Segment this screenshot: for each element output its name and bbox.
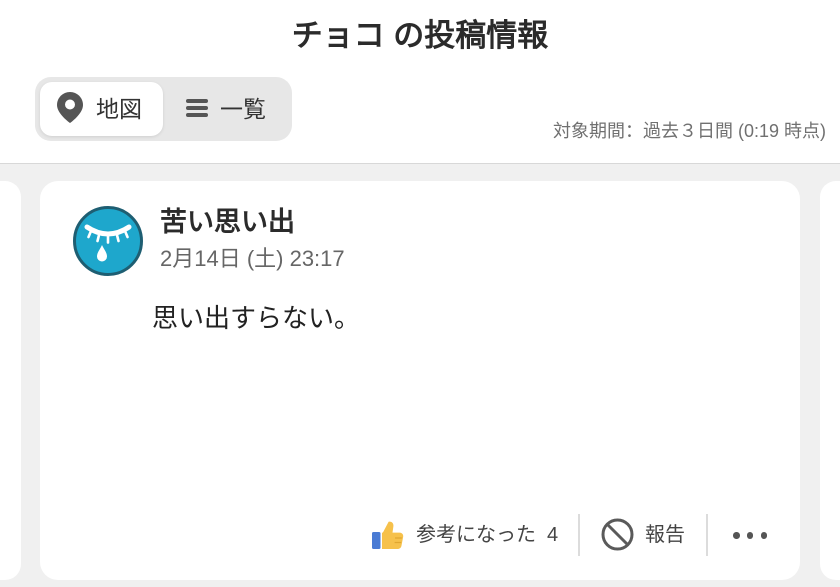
avatar	[73, 206, 143, 276]
post-body: 思い出すらない。	[152, 303, 361, 333]
more-dot	[733, 532, 740, 539]
map-pin-icon	[57, 92, 83, 123]
tab-map-label: 地図	[96, 96, 142, 122]
post-card: 苦い思い出 2月14日 (土) 23:17 思い出すらない。 参考になった 4	[40, 181, 800, 580]
header: チョコ の投稿情報 地図 一覧 対象期間：過去３日間 (0:19 時点)	[0, 0, 840, 163]
tab-list[interactable]: 一覧	[163, 82, 287, 136]
action-divider	[706, 514, 708, 556]
report-label: 報告	[645, 524, 685, 546]
more-button[interactable]	[726, 514, 774, 556]
post-date: 2月14日 (土) 23:17	[160, 246, 345, 271]
period-text: 対象期間：過去３日間 (0:19 時点)	[552, 121, 826, 141]
action-divider	[578, 514, 580, 556]
tab-map[interactable]: 地図	[40, 82, 163, 136]
screen: チョコ の投稿情報 地図 一覧 対象期間：過去３日間 (0:19 時点) 苦い思…	[0, 0, 840, 587]
tab-list-label: 一覧	[220, 96, 266, 122]
thumbs-up-icon	[372, 519, 404, 550]
crying-eye-icon	[73, 206, 143, 276]
prohibit-icon	[601, 518, 634, 551]
helpful-count: 4	[547, 524, 559, 546]
more-icon	[733, 532, 767, 539]
more-dot	[760, 532, 767, 539]
next-card-peek[interactable]	[820, 181, 840, 580]
post-title: 苦い思い出	[160, 207, 295, 237]
card-carousel: 苦い思い出 2月14日 (土) 23:17 思い出すらない。 参考になった 4	[0, 164, 840, 587]
more-dot	[746, 532, 754, 539]
helpful-label: 参考になった	[416, 524, 536, 546]
page-title: チョコ の投稿情報	[291, 18, 549, 53]
list-icon	[186, 99, 208, 117]
report-button[interactable]: 報告	[596, 514, 696, 556]
helpful-button[interactable]: 参考になった 4	[372, 514, 568, 556]
prev-card-peek[interactable]	[0, 181, 21, 580]
view-toggle: 地図 一覧	[35, 77, 292, 141]
